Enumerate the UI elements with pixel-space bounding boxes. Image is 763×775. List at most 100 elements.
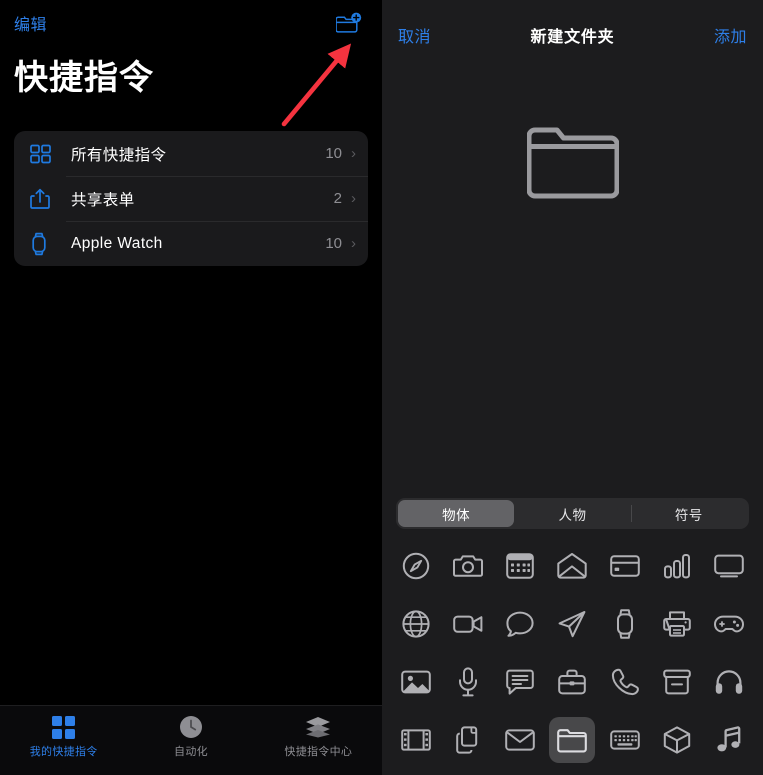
- envelope-icon: [505, 729, 536, 751]
- icon-option-phone[interactable]: [602, 659, 648, 705]
- bottom-tab-bar: 我的快捷指令 自动化 快捷指令中心: [0, 705, 382, 775]
- open-envelope-icon: [557, 553, 588, 579]
- icon-option-documents[interactable]: [445, 717, 491, 763]
- documents-icon: [456, 726, 478, 754]
- cube-icon: [663, 726, 690, 754]
- keyboard-icon: [609, 730, 640, 750]
- list-item-count: 10: [325, 235, 342, 252]
- chevron-right-icon: ›: [351, 190, 356, 207]
- game-controller-icon: [713, 615, 744, 633]
- icon-option-headphones[interactable]: [706, 659, 752, 705]
- page-title: 快捷指令: [14, 59, 154, 97]
- tab-my-shortcuts[interactable]: 我的快捷指令: [0, 706, 127, 759]
- sheet-top-bar: 取消 新建文件夹 添加: [382, 0, 763, 56]
- list-item-label: 所有快捷指令: [71, 146, 167, 164]
- new-folder-sheet: 取消 新建文件夹 添加 物体 人物 符号: [382, 0, 763, 775]
- folder-preview-area: [382, 56, 763, 498]
- icon-option-briefcase[interactable]: [549, 659, 595, 705]
- list-item[interactable]: 所有快捷指令 10 ›: [14, 131, 368, 176]
- list-item-count: 2: [333, 190, 342, 207]
- list-item[interactable]: 共享表单 2 ›: [14, 176, 368, 221]
- text-bubble-icon: [506, 669, 535, 695]
- icon-option-paper-plane[interactable]: [549, 601, 595, 647]
- apple-watch-icon: [30, 232, 58, 256]
- speech-bubble-icon: [506, 611, 534, 637]
- paper-plane-icon: [559, 611, 586, 638]
- credit-card-icon: [609, 555, 640, 577]
- monitor-icon: [714, 554, 744, 578]
- icon-option-music-note[interactable]: [706, 717, 752, 763]
- tab-automation[interactable]: 自动化: [127, 706, 254, 759]
- icon-category-segmented-control-wrap: 物体 人物 符号: [382, 498, 763, 529]
- segment-objects[interactable]: 物体: [398, 500, 515, 527]
- folder-icon: [557, 728, 588, 752]
- list-item[interactable]: Apple Watch 10 ›: [14, 221, 368, 266]
- icon-option-globe[interactable]: [393, 601, 439, 647]
- calculator-icon: [506, 553, 535, 579]
- printer-icon: [662, 611, 691, 637]
- list-item-count: 10: [325, 145, 342, 162]
- tab-label: 我的快捷指令: [29, 746, 98, 758]
- icon-option-printer[interactable]: [654, 601, 700, 647]
- layers-icon: [305, 715, 331, 739]
- music-note-icon: [717, 726, 741, 752]
- edit-button[interactable]: 编辑: [14, 11, 47, 35]
- sheet-title: 新建文件夹: [530, 29, 615, 46]
- photo-icon: [401, 670, 431, 694]
- compass-icon: [402, 552, 430, 580]
- share-icon: [30, 188, 58, 210]
- list-item-label: Apple Watch: [71, 234, 163, 252]
- film-icon: [401, 729, 431, 751]
- icon-option-bar-chart[interactable]: [654, 543, 700, 589]
- icon-option-monitor[interactable]: [706, 543, 752, 589]
- tab-label: 快捷指令中心: [284, 746, 353, 758]
- shortcuts-left-panel: 编辑 快捷指令 所有快捷指令 10 › 共享表单 2 › Apple Watch…: [0, 0, 382, 775]
- icon-option-film[interactable]: [393, 717, 439, 763]
- video-camera-icon: [453, 615, 483, 633]
- icon-option-credit-card[interactable]: [602, 543, 648, 589]
- icon-picker-grid: [382, 529, 763, 775]
- grid-squares-icon: [30, 144, 58, 164]
- camera-icon: [453, 555, 484, 577]
- tab-shortcuts-gallery[interactable]: 快捷指令中心: [255, 706, 382, 759]
- left-top-bar: 编辑: [0, 0, 382, 46]
- icon-option-speech-bubble[interactable]: [497, 601, 543, 647]
- icon-option-open-envelope[interactable]: [549, 543, 595, 589]
- archive-box-icon: [662, 669, 691, 695]
- icon-option-calculator[interactable]: [497, 543, 543, 589]
- icon-option-cube[interactable]: [654, 717, 700, 763]
- folder-icon: [526, 127, 619, 199]
- folder-add-icon: [336, 12, 362, 33]
- icon-option-folder[interactable]: [549, 717, 596, 763]
- list-item-label: 共享表单: [71, 191, 135, 209]
- icon-option-envelope[interactable]: [497, 717, 543, 763]
- icon-option-video-camera[interactable]: [445, 601, 491, 647]
- icon-option-keyboard[interactable]: [602, 717, 648, 763]
- bar-chart-icon: [663, 554, 690, 579]
- microphone-icon: [459, 667, 478, 697]
- phone-icon: [611, 668, 639, 696]
- chevron-right-icon: ›: [351, 145, 356, 162]
- tab-label: 自动化: [174, 746, 208, 758]
- segment-people[interactable]: 人物: [514, 500, 630, 527]
- icon-option-microphone[interactable]: [445, 659, 491, 705]
- icon-option-text-bubble[interactable]: [497, 659, 543, 705]
- headphones-icon: [715, 670, 743, 694]
- folder-list-card: 所有快捷指令 10 › 共享表单 2 › Apple Watch 10 ›: [14, 131, 368, 266]
- globe-icon: [402, 610, 430, 638]
- icon-option-archive-box[interactable]: [654, 659, 700, 705]
- folder-add-button[interactable]: [332, 8, 366, 38]
- grid-squares-icon: [52, 715, 76, 739]
- apple-watch-icon: [616, 609, 633, 639]
- segment-symbols[interactable]: 符号: [631, 500, 747, 527]
- icon-option-camera[interactable]: [445, 543, 491, 589]
- icon-option-photo[interactable]: [393, 659, 439, 705]
- icon-option-apple-watch[interactable]: [602, 601, 648, 647]
- app-screen: 编辑 快捷指令 所有快捷指令 10 › 共享表单 2 › Apple Watch…: [0, 0, 763, 775]
- icon-option-game-controller[interactable]: [706, 601, 752, 647]
- chevron-right-icon: ›: [351, 235, 356, 252]
- cancel-button[interactable]: 取消: [398, 23, 431, 47]
- add-button[interactable]: 添加: [714, 23, 747, 47]
- icon-category-segmented-control[interactable]: 物体 人物 符号: [396, 498, 749, 529]
- icon-option-compass[interactable]: [393, 543, 439, 589]
